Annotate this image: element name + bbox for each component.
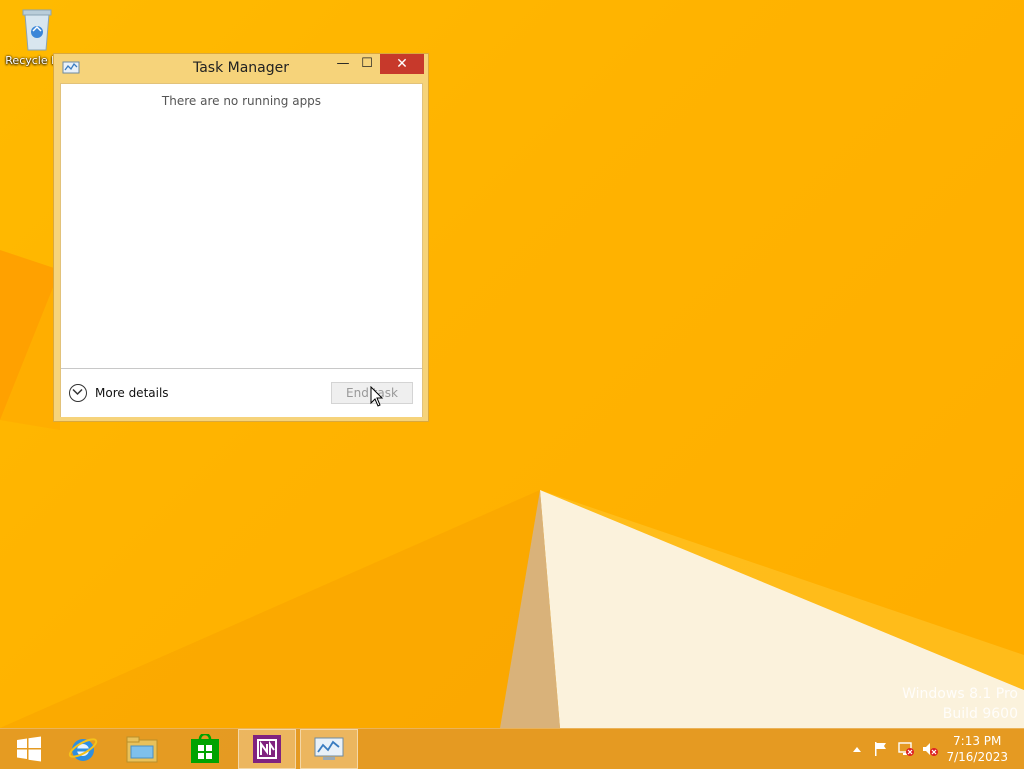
taskbar-store[interactable] <box>176 729 234 769</box>
show-hidden-icons-button[interactable] <box>848 729 866 769</box>
more-details-button[interactable]: More details <box>69 383 169 403</box>
watermark-edition: Windows 8.1 Pro <box>902 686 1018 702</box>
taskbar-onenote[interactable] <box>238 729 296 769</box>
clock-date: 7/16/2023 <box>946 750 1008 764</box>
bottom-bar: More details End task <box>61 368 422 417</box>
taskbar-internet-explorer[interactable] <box>54 729 112 769</box>
chevron-up-icon <box>853 747 861 752</box>
action-center-button[interactable] <box>870 729 892 769</box>
flag-icon <box>875 742 886 756</box>
folder-icon <box>126 736 158 763</box>
taskbar-file-explorer[interactable] <box>113 729 171 769</box>
store-icon <box>191 734 219 763</box>
ie-icon <box>68 738 98 761</box>
task-manager-window[interactable]: Task Manager — ☐ ✕ There are no running … <box>53 53 429 422</box>
windows-watermark: Windows 8.1 Pro Build 9600 <box>902 684 1018 724</box>
watermark-build: Build 9600 <box>942 706 1018 722</box>
close-button[interactable]: ✕ <box>380 54 424 74</box>
minimize-button[interactable]: — <box>330 54 356 74</box>
task-manager-icon <box>314 737 344 760</box>
chevron-down-icon <box>69 384 87 402</box>
empty-message: There are no running apps <box>161 94 322 108</box>
title-bar[interactable]: Task Manager — ☐ ✕ <box>54 54 428 84</box>
maximize-button[interactable]: ☐ <box>354 54 380 74</box>
more-details-label: More details <box>95 386 169 400</box>
windows-logo-icon <box>17 736 41 762</box>
taskbar-task-manager[interactable] <box>300 729 358 769</box>
onenote-icon <box>253 735 281 763</box>
app-list-area: There are no running apps More details E… <box>60 83 423 417</box>
mouse-cursor-icon <box>370 386 384 407</box>
taskbar-clock[interactable]: 7:13 PM 7/16/2023 <box>946 733 1008 765</box>
taskbar: 7:13 PM 7/16/2023 <box>0 728 1024 769</box>
volume-button[interactable] <box>919 729 941 769</box>
network-button[interactable] <box>895 729 917 769</box>
speaker-muted-icon <box>923 743 938 756</box>
network-icon <box>898 742 914 756</box>
clock-time: 7:13 PM <box>953 734 1002 748</box>
start-button[interactable] <box>0 729 58 769</box>
recycle-bin-icon <box>19 6 55 52</box>
